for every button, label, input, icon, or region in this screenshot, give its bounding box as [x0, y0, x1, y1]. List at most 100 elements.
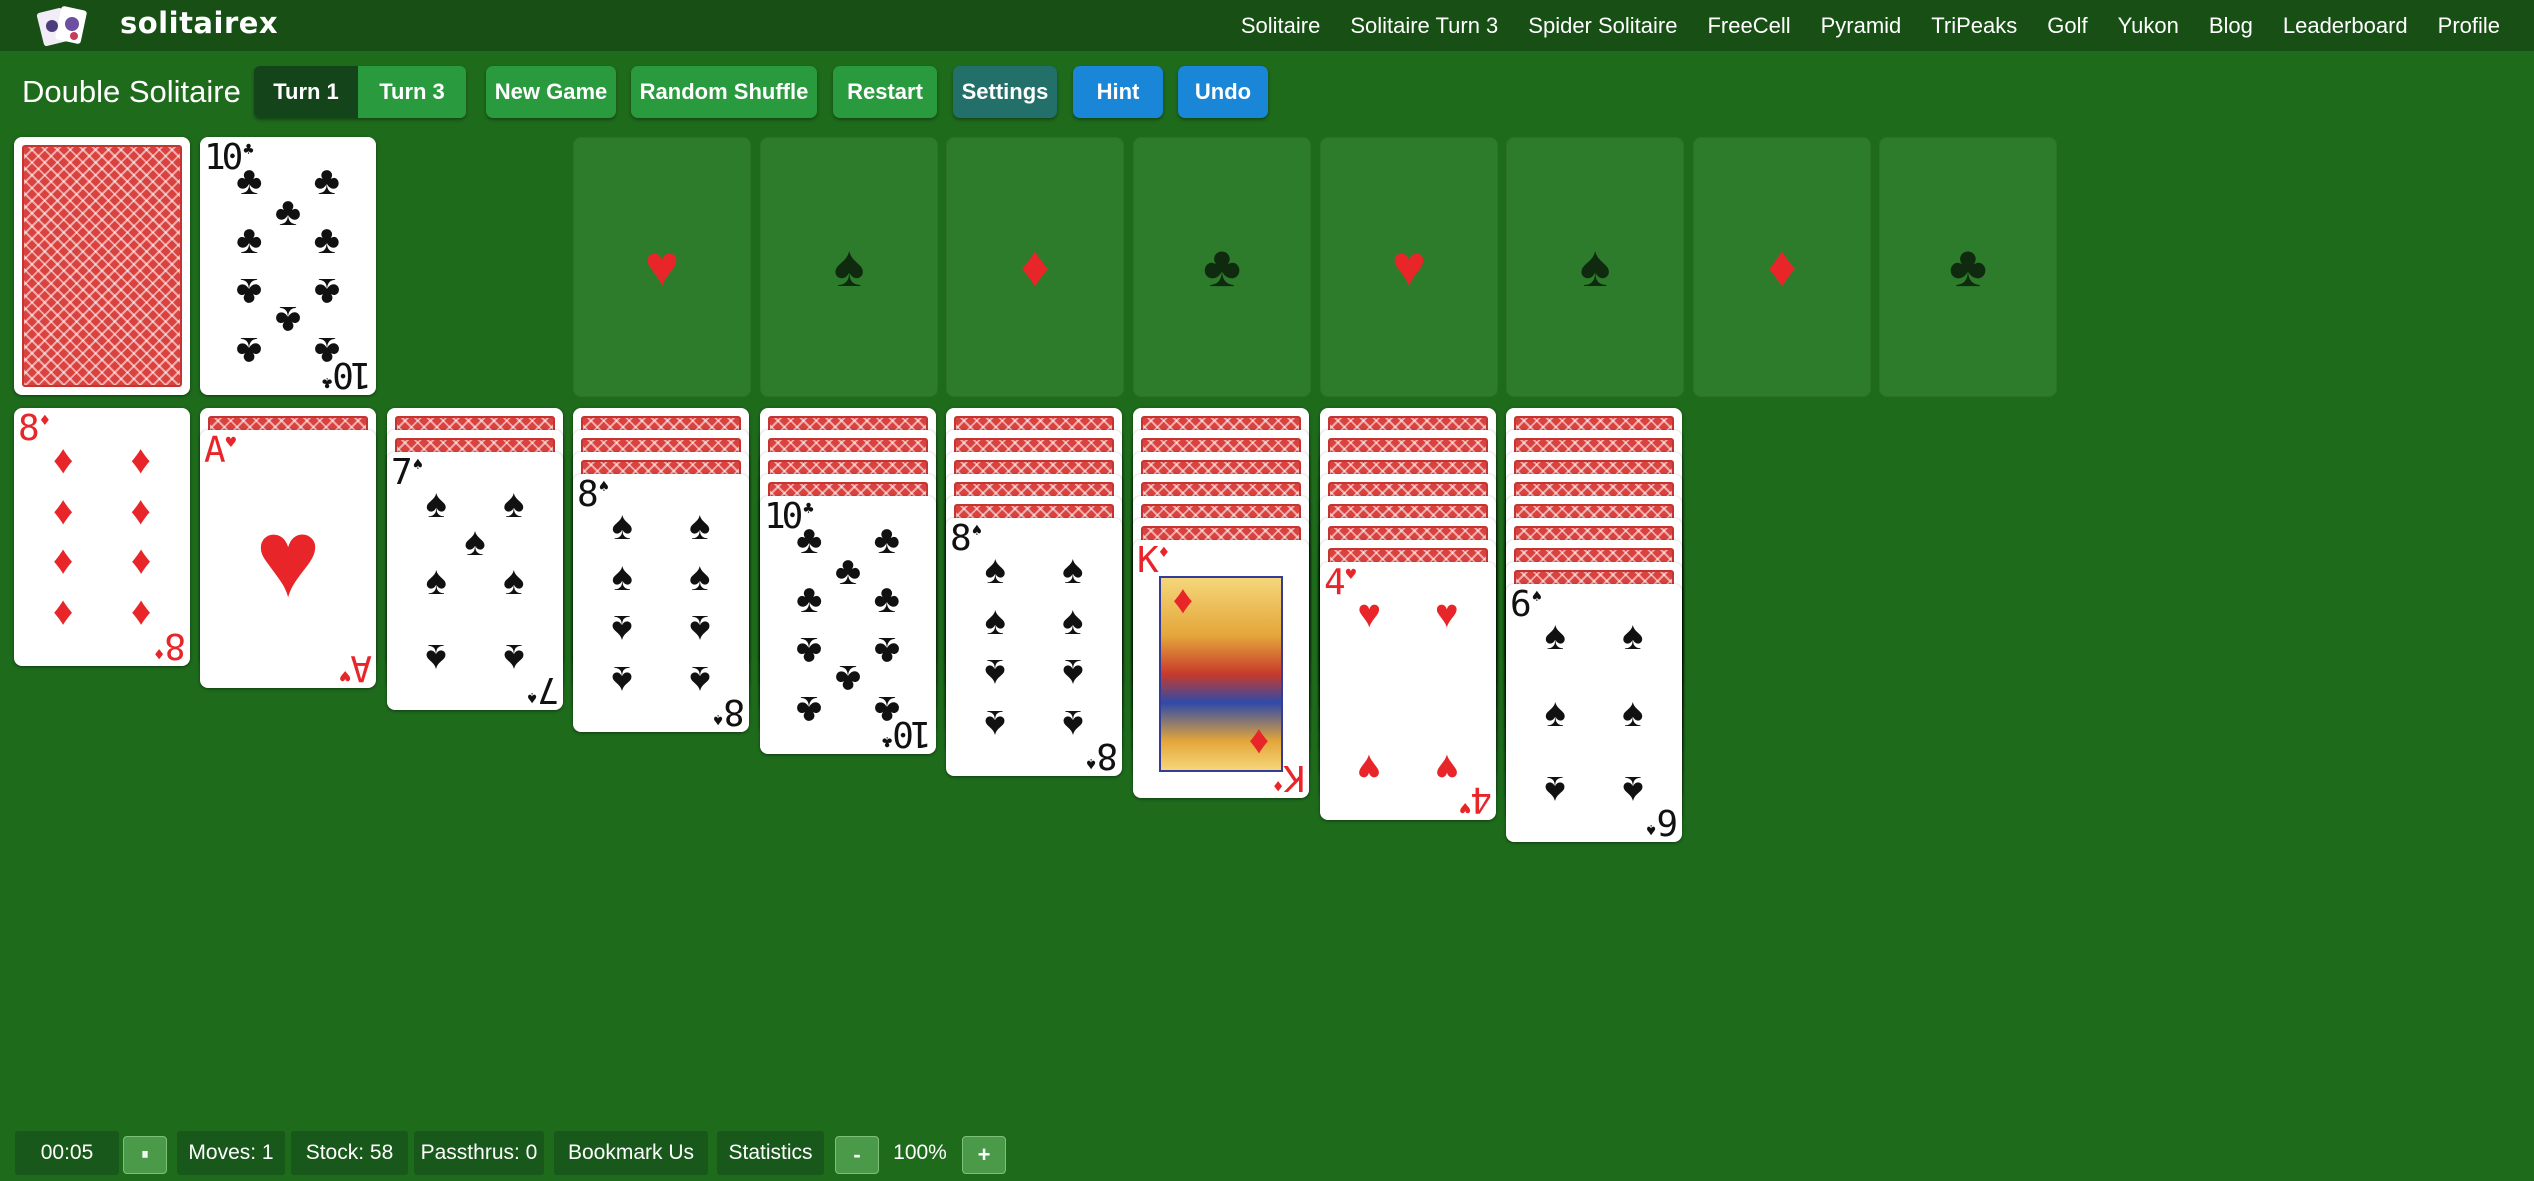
top-navbar: solitairex Solitaire Solitaire Turn 3 Sp…: [0, 0, 2534, 51]
nav-solitaire[interactable]: Solitaire: [1241, 13, 1320, 39]
card-rank-top: 8 ♦: [18, 408, 50, 449]
card-suit-pip: ♠: [1062, 702, 1084, 747]
pause-icon[interactable]: ⏸: [123, 1136, 167, 1174]
card-suit-pip: ♦: [130, 540, 151, 585]
card-suit-small: ♠: [412, 455, 423, 475]
card-suit-pip: ♣: [873, 628, 900, 673]
undo-button[interactable]: Undo: [1178, 66, 1268, 118]
card-suit-pip: ♦: [53, 540, 74, 585]
foundation-slot[interactable]: ♥: [573, 137, 751, 397]
card-suit-pip: ♠: [503, 636, 525, 681]
card-suit-small: ♦: [158, 643, 165, 663]
card-suit-pip: ♠: [1622, 691, 1644, 735]
zoom-in-button[interactable]: +: [962, 1136, 1006, 1174]
tableau-top-card[interactable]: 4 ♥ 4♥ ♥ ♥ ♥ ♥: [1320, 562, 1496, 820]
card-rank-bottom: 4♥: [1464, 779, 1492, 820]
nav-blog[interactable]: Blog: [2209, 13, 2253, 39]
card-suit-pip: ♦: [130, 437, 151, 482]
hint-button[interactable]: Hint: [1073, 66, 1163, 118]
card-suit-pip: ♠: [984, 702, 1006, 747]
card-suit-pip: ♣: [873, 577, 900, 622]
nav-tripeaks[interactable]: TriPeaks: [1931, 13, 2017, 39]
card-suit-pip: ♥: [1357, 591, 1382, 636]
tableau-top-card[interactable]: 8 ♠ 8♠ ♠ ♠ ♠ ♠ ♠ ♠ ♠ ♠: [946, 518, 1122, 776]
tableau-top-card[interactable]: 8 ♠ 8♠ ♠ ♠ ♠ ♠ ♠ ♠ ♠ ♠: [573, 474, 749, 732]
card-suit-pip: ♠: [611, 555, 633, 600]
card-suit-pip: ♠: [1544, 768, 1566, 813]
foundation-slot[interactable]: ♣: [1879, 137, 2057, 397]
card-suit-pip: ♠: [984, 599, 1006, 644]
card-suit-pip: ♠: [611, 503, 633, 548]
foundation-suit-icon: ♣: [1202, 234, 1242, 299]
card-suit-pip: ♣: [834, 657, 862, 702]
statistics-button[interactable]: Statistics: [717, 1131, 824, 1175]
card-suit-pip: ♥: [1434, 591, 1459, 636]
card-suit-small: ♠: [531, 687, 538, 707]
foundation-suit-icon: ♥: [644, 234, 680, 299]
settings-button[interactable]: Settings: [953, 66, 1057, 118]
card-rank-bottom: 8♦: [158, 625, 186, 666]
tableau-top-card[interactable]: 10 ♣ 10♣ ♣ ♣ ♣ ♣ ♣ ♣ ♣ ♣ ♣ ♣: [760, 496, 936, 754]
tableau-top-card[interactable]: K ♦ K♦ ♦ ♦: [1133, 540, 1309, 798]
nav-profile[interactable]: Profile: [2438, 13, 2500, 39]
nav-solitaire-turn-3[interactable]: Solitaire Turn 3: [1350, 13, 1498, 39]
card-suit-pip: ♣: [313, 269, 340, 314]
foundation-slot[interactable]: ♥: [1320, 137, 1498, 397]
card-suit-small: ♦: [1158, 543, 1169, 563]
new-game-button[interactable]: New Game: [486, 66, 616, 118]
card-suit-small: ♥: [1464, 797, 1471, 817]
card-suit-pip: ♣: [313, 218, 340, 263]
card-suit-pip: ♠: [689, 503, 711, 548]
foundation-slot[interactable]: ♣: [1133, 137, 1311, 397]
tableau-top-card[interactable]: 6 ♠ 6♠ ♠ ♠ ♠ ♠ ♠ ♠: [1506, 584, 1682, 842]
card-suit-small: ♦: [39, 411, 50, 431]
card-suit-pip: ♣: [796, 577, 823, 622]
nav-leaderboard[interactable]: Leaderboard: [2283, 13, 2408, 39]
card-suit-pip: ♠: [425, 636, 447, 681]
card-suit-pip: ♠: [1062, 547, 1084, 592]
foundation-suit-icon: ♣: [1948, 234, 1988, 299]
nav-freecell[interactable]: FreeCell: [1707, 13, 1790, 39]
nav-pyramid[interactable]: Pyramid: [1821, 13, 1902, 39]
brand-name[interactable]: solitairex: [120, 6, 278, 40]
tableau-top-card[interactable]: A ♥ A♥ ♥: [200, 430, 376, 688]
card-suit-pip: ♣: [313, 329, 340, 374]
card-suit-small: ♠: [971, 521, 982, 541]
foundation-slot[interactable]: ♦: [1693, 137, 1871, 397]
card-suit-pip: ♠: [1544, 613, 1566, 658]
card-rank-top: 8 ♠: [950, 518, 982, 559]
nav-yukon[interactable]: Yukon: [2118, 13, 2179, 39]
tableau-top-card[interactable]: 7 ♠ 7♠ ♠ ♠ ♠ ♠ ♠ ♠ ♠: [387, 452, 563, 710]
nav-spider-solitaire[interactable]: Spider Solitaire: [1528, 13, 1677, 39]
card-rank-bottom: A♥: [344, 647, 372, 688]
card-suit-pip: ♠: [425, 481, 447, 526]
waste-pile-top-card[interactable]: 10 ♣ 10♣ ♣ ♣ ♣ ♣ ♣ ♣ ♣ ♣ ♣ ♣: [200, 137, 376, 395]
card-suit-pip: ♦: [53, 437, 74, 482]
foundation-slot[interactable]: ♦: [946, 137, 1124, 397]
card-suit-pip: ♦: [130, 592, 151, 637]
logo-icon[interactable]: [36, 4, 94, 48]
card-suit-small: ♠: [598, 477, 609, 497]
stock-pile[interactable]: [14, 137, 190, 395]
card-suit-small: ♠: [1090, 753, 1097, 773]
foundation-slot[interactable]: ♠: [1506, 137, 1684, 397]
card-suit-pip: ♠: [425, 559, 447, 603]
card-suit-small: ♠: [1650, 819, 1657, 839]
card-suit-pip: ♠: [689, 606, 711, 651]
random-shuffle-button[interactable]: Random Shuffle: [631, 66, 817, 118]
card-suit-pip: ♦: [130, 489, 151, 534]
card-suit-pip: ♣: [236, 329, 263, 374]
card-suit-pip: ♠: [1622, 613, 1644, 658]
card-suit-pip: ♣: [236, 158, 263, 203]
nav-golf[interactable]: Golf: [2047, 13, 2087, 39]
restart-button[interactable]: Restart: [833, 66, 937, 118]
zoom-out-button[interactable]: -: [835, 1136, 879, 1174]
turn-3-button[interactable]: Turn 3: [358, 66, 466, 118]
foundation-slot[interactable]: ♠: [760, 137, 938, 397]
tableau-top-card[interactable]: 8 ♦ 8♦ ♦ ♦ ♦ ♦ ♦ ♦ ♦ ♦: [14, 408, 190, 666]
bookmark-button[interactable]: Bookmark Us: [554, 1131, 708, 1175]
card-suit-pip: ♠: [689, 658, 711, 703]
turn-1-button[interactable]: Turn 1: [254, 66, 358, 118]
card-suit-small: ♦: [1277, 775, 1284, 795]
card-suit-pip: ♥: [1357, 746, 1382, 791]
